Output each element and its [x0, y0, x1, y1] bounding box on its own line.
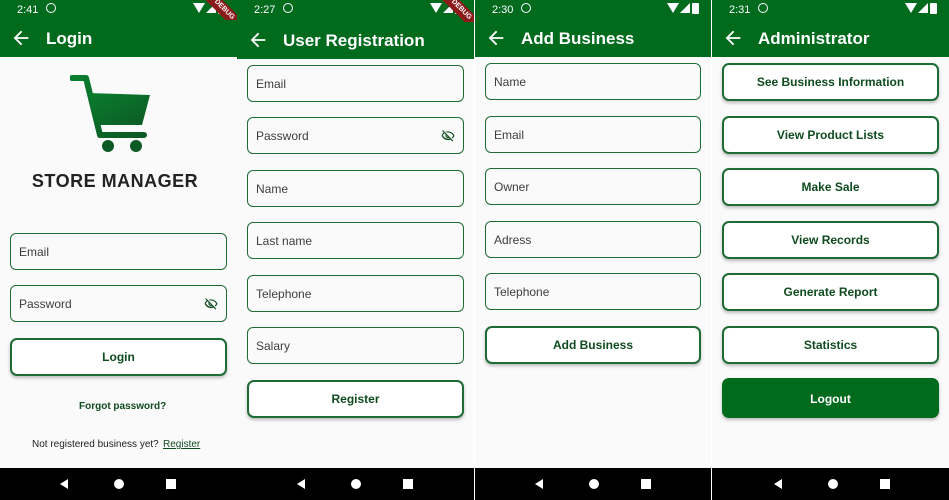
system-nav-bar — [712, 468, 949, 500]
page-title: Add Business — [521, 29, 635, 48]
back-arrow-icon[interactable] — [485, 27, 507, 49]
nav-back-icon[interactable] — [774, 479, 782, 489]
app-bar: Add Business — [475, 20, 711, 57]
login-button[interactable]: Login — [10, 338, 227, 376]
nav-back-icon[interactable] — [297, 479, 305, 489]
telephone-field[interactable]: Telephone — [485, 273, 701, 310]
last-name-field[interactable]: Last name — [247, 222, 464, 259]
name-field[interactable]: Name — [247, 170, 464, 207]
visibility-off-icon[interactable] — [204, 297, 218, 311]
nav-home-icon[interactable] — [828, 479, 838, 489]
system-nav-bar — [0, 468, 237, 500]
back-arrow-icon[interactable] — [247, 29, 269, 51]
password-field[interactable]: Password — [10, 285, 227, 322]
email-field[interactable]: Email — [10, 233, 227, 270]
name-field[interactable]: Name — [485, 63, 701, 100]
app-bar: Login — [0, 20, 237, 57]
salary-field[interactable]: Salary — [247, 327, 464, 364]
owner-field-label: Owner — [494, 180, 530, 194]
password-field-label: Password — [19, 297, 72, 311]
telephone-field-label: Telephone — [494, 285, 550, 299]
status-time: 2:30 — [492, 4, 514, 16]
email-field-label: Email — [256, 77, 287, 91]
telephone-field-label: Telephone — [256, 287, 312, 301]
app-bar: User Registration — [237, 22, 474, 59]
not-registered-text: Not registered business yet? — [32, 439, 159, 450]
forgot-password-link[interactable]: Forgot password? — [79, 401, 166, 412]
make-sale-button[interactable]: Make Sale — [722, 168, 939, 206]
name-field-label: Name — [494, 75, 527, 89]
screen-administrator: 2:31 Administrator See Business Informat… — [712, 0, 949, 500]
page-title: User Registration — [283, 31, 425, 50]
email-field[interactable]: Email — [247, 65, 464, 102]
add-business-button[interactable]: Add Business — [485, 326, 701, 364]
nav-back-icon[interactable] — [535, 479, 543, 489]
back-arrow-icon[interactable] — [722, 27, 744, 49]
nav-recents-icon[interactable] — [403, 479, 413, 489]
view-product-lists-button[interactable]: View Product Lists — [722, 116, 939, 154]
shopping-cart-logo-icon — [70, 75, 150, 152]
register-button[interactable]: Register — [247, 380, 464, 418]
nav-home-icon[interactable] — [589, 479, 599, 489]
password-field-label: Password — [256, 129, 309, 143]
name-field-label: Name — [256, 182, 289, 196]
nav-recents-icon[interactable] — [166, 479, 176, 489]
nav-recents-icon[interactable] — [880, 479, 890, 489]
screen-add-business: 2:30 Add Business Name Email Owner Adres… — [475, 0, 711, 500]
last-name-field-label: Last name — [256, 234, 313, 248]
logout-button[interactable]: Logout — [722, 378, 939, 418]
see-business-information-button[interactable]: See Business Information — [722, 63, 939, 101]
page-title: Administrator — [758, 29, 870, 48]
nav-home-icon[interactable] — [351, 479, 361, 489]
status-bar: 2:30 — [475, 0, 711, 20]
back-arrow-icon[interactable] — [10, 27, 32, 49]
nav-home-icon[interactable] — [114, 479, 124, 489]
statistics-button[interactable]: Statistics — [722, 326, 939, 364]
status-icons — [667, 3, 701, 15]
page-title: Login — [46, 29, 93, 48]
screen-login: 2:41 DEBUG Login STORE MANAGER Email Pas… — [0, 0, 237, 500]
email-field-label: Email — [494, 128, 525, 142]
visibility-off-icon[interactable] — [441, 129, 455, 143]
status-icons — [905, 3, 939, 15]
address-field-label: Adress — [494, 233, 532, 247]
nav-back-icon[interactable] — [60, 479, 68, 489]
app-bar: Administrator — [712, 20, 949, 57]
nav-recents-icon[interactable] — [641, 479, 651, 489]
notification-icon — [758, 3, 768, 13]
view-records-button[interactable]: View Records — [722, 221, 939, 259]
screen-user-registration: 2:27 DEBUG User Registration Email Passw… — [237, 0, 474, 500]
status-bar: 2:31 — [712, 0, 949, 20]
address-field[interactable]: Adress — [485, 221, 701, 258]
system-nav-bar — [237, 468, 474, 500]
telephone-field[interactable]: Telephone — [247, 275, 464, 312]
status-time: 2:31 — [729, 4, 751, 16]
status-bar: 2:41 — [0, 0, 237, 20]
logo-text: STORE MANAGER — [31, 171, 199, 191]
password-field[interactable]: Password — [247, 117, 464, 154]
salary-field-label: Salary — [256, 339, 291, 353]
status-time: 2:27 — [254, 4, 276, 16]
generate-report-button[interactable]: Generate Report — [722, 273, 939, 311]
register-link[interactable]: Register — [163, 439, 200, 450]
notification-icon — [283, 3, 293, 13]
status-time: 2:41 — [17, 4, 39, 16]
status-bar: 2:27 — [237, 0, 474, 22]
email-field[interactable]: Email — [485, 116, 701, 153]
notification-icon — [521, 3, 531, 13]
system-nav-bar — [475, 468, 711, 500]
notification-icon — [46, 3, 56, 13]
email-field-label: Email — [19, 245, 50, 259]
owner-field[interactable]: Owner — [485, 168, 701, 205]
